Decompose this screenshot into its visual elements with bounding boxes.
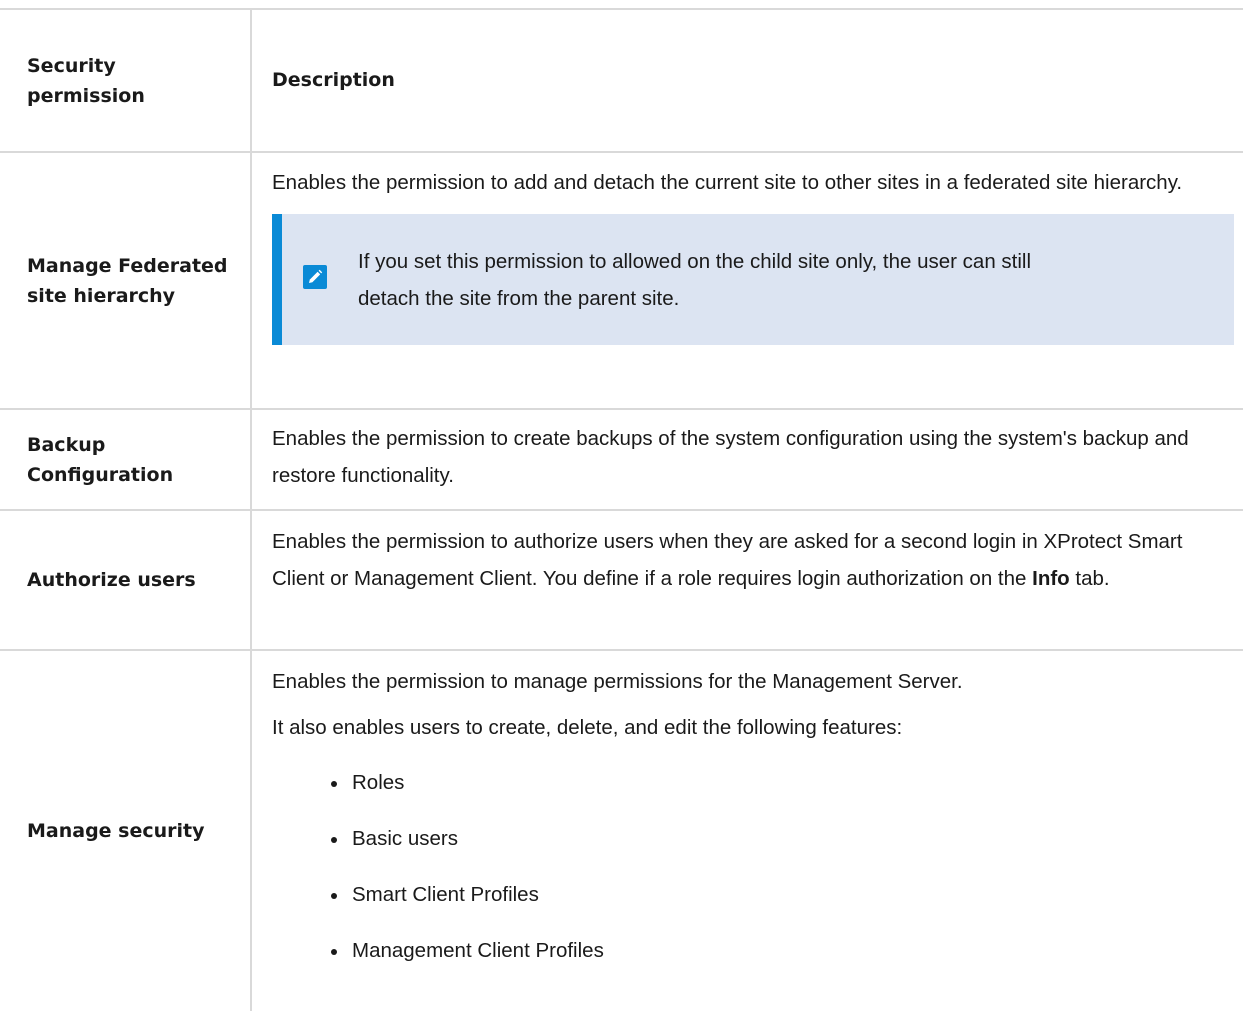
table-header-row: Security permission Description [0,8,1243,153]
table-row: Authorize users Enables the permission t… [0,511,1243,651]
description-text: Enables the permission to create backups… [272,427,1189,487]
list-item: Smart Client Profiles [272,876,1237,913]
description-text-part: tab. [1069,567,1110,590]
list-item: Basic users [272,820,1237,857]
pencil-note-icon [303,264,327,289]
permission-name: Manage security [0,651,252,1011]
note-text: If you set this permission to allowed on… [358,249,1032,310]
list-item: Roles [272,764,1237,801]
header-security-permission: Security permission [0,10,252,151]
table-row: Manage Federated site hierarchy Enables … [0,153,1243,410]
permission-description: Enables the permission to add and detach… [252,153,1243,408]
permissions-table: Security permission Description Manage F… [0,8,1243,1011]
description-text: Enables the permission to manage permiss… [272,670,963,693]
permission-name: Authorize users [0,511,252,649]
features-list: Roles Basic users Smart Client Profiles … [272,764,1237,969]
permission-description: Enables the permission to create backups… [252,410,1243,509]
list-item: Management Client Profiles [272,932,1237,969]
description-text: Enables the permission to authorize user… [272,523,1237,597]
permission-name: Backup Configuration [0,410,252,509]
table-row: Manage security Enables the permission t… [0,651,1243,1011]
permission-name: Manage Federated site hierarchy [0,153,252,408]
permission-description: Enables the permission to manage permiss… [252,651,1243,1011]
header-description: Description [272,69,395,91]
description-text: Enables the permission to add and detach… [272,171,1183,194]
permission-description: Enables the permission to authorize user… [252,511,1243,649]
info-tab-reference: Info [1032,567,1070,590]
note-box: If you set this permission to allowed on… [272,214,1234,345]
description-text: It also enables users to create, delete,… [272,716,903,739]
table-row: Backup Configuration Enables the permiss… [0,410,1243,511]
